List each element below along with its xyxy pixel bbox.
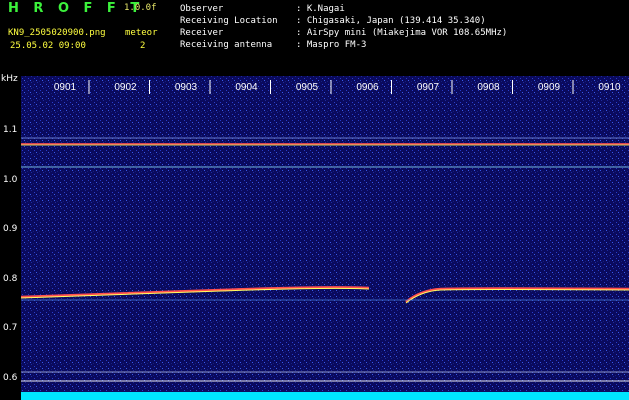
y-axis-unit: kHz bbox=[1, 74, 18, 84]
info-value: : K.Nagai bbox=[296, 4, 345, 14]
x-tick-label: 0907 bbox=[417, 82, 440, 93]
x-tick-label: 0901 bbox=[54, 82, 77, 93]
x-tick-label: 0909 bbox=[538, 82, 561, 93]
info-label: Receiver bbox=[180, 28, 224, 38]
y-tick-label: 1.1 bbox=[3, 125, 18, 135]
info-label: Receiving Location bbox=[180, 16, 278, 26]
info-value: : Chigasaki, Japan (139.414 35.340) bbox=[296, 16, 486, 26]
x-tick-label: 0903 bbox=[175, 82, 198, 93]
meteor-count: 2 bbox=[140, 41, 146, 51]
x-tick-label: 0906 bbox=[356, 82, 379, 93]
y-tick-label: 0.7 bbox=[3, 323, 18, 333]
file-name: KN9_2505020900.png bbox=[8, 28, 106, 38]
info-label: Receiving antenna bbox=[180, 40, 273, 50]
header-panel: H R O F F T 1.0.0f KN9_2505020900.png me… bbox=[0, 0, 629, 76]
x-tick-label: 0902 bbox=[114, 82, 137, 93]
x-tick-label: 0905 bbox=[296, 82, 319, 93]
x-tick-label: 0908 bbox=[477, 82, 500, 93]
x-tick-label: 0904 bbox=[235, 82, 258, 93]
spectrum-noise bbox=[21, 76, 629, 400]
baseline-band bbox=[21, 392, 629, 400]
datetime-label: 25.05.02 09:00 bbox=[10, 41, 86, 51]
y-tick-label: 0.9 bbox=[3, 224, 18, 234]
meteor-label: meteor bbox=[125, 28, 158, 38]
x-tick-label: 0910 bbox=[598, 82, 621, 93]
info-label: Observer bbox=[180, 4, 224, 14]
info-value: : Maspro FM-3 bbox=[296, 40, 367, 50]
info-value: : AirSpy mini (Miakejima VOR 108.65MHz) bbox=[296, 28, 508, 38]
y-tick-label: 0.8 bbox=[3, 274, 18, 284]
y-tick-label: 0.6 bbox=[3, 373, 18, 383]
spectrogram: 0901 0902 0903 0904 0905 0906 0907 0908 0909 0910 bbox=[21, 76, 629, 400]
y-tick-label: 1.0 bbox=[3, 175, 18, 185]
version-label: 1.0.0f bbox=[124, 3, 157, 13]
